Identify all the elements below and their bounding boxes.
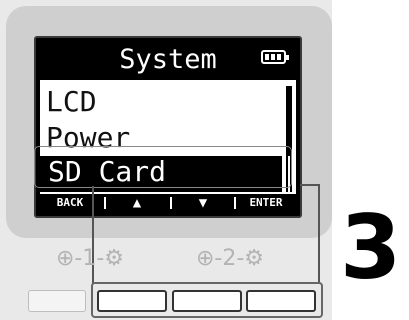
softkey-bar: BACK ▲ ▼ ENTER: [40, 194, 296, 212]
selection-highlight: [34, 146, 292, 188]
softkey-divider: [104, 197, 106, 209]
softkey-button-4[interactable]: [246, 290, 316, 312]
knob-2-label: ⊕-2-⚙: [196, 246, 265, 271]
softkey-back: BACK: [56, 196, 84, 209]
recorder-body: System LCD Power SD Card BACK ▲ ▼ ENTER …: [0, 0, 332, 320]
battery-icon: [261, 50, 289, 64]
title-bar: System: [40, 42, 296, 80]
callout-line-right: [300, 184, 320, 186]
softkey-button-2[interactable]: [97, 290, 167, 312]
menu-item-lcd[interactable]: LCD: [46, 86, 97, 118]
softkey-down-icon: ▼: [198, 195, 208, 211]
softkey-divider: [170, 197, 172, 209]
softkey-enter: ENTER: [249, 196, 283, 209]
lcd-frame: System LCD Power SD Card BACK ▲ ▼ ENTER: [34, 36, 302, 218]
callout-line-right-down: [318, 184, 320, 284]
knob-1-label: ⊕-1-⚙: [56, 246, 125, 271]
softkey-button-3[interactable]: [172, 290, 242, 312]
record-button[interactable]: [28, 290, 86, 312]
step-number: 3: [340, 196, 402, 299]
softkey-up-icon: ▲: [132, 195, 142, 211]
screen-title: System: [119, 44, 217, 75]
softkey-divider: [234, 197, 236, 209]
